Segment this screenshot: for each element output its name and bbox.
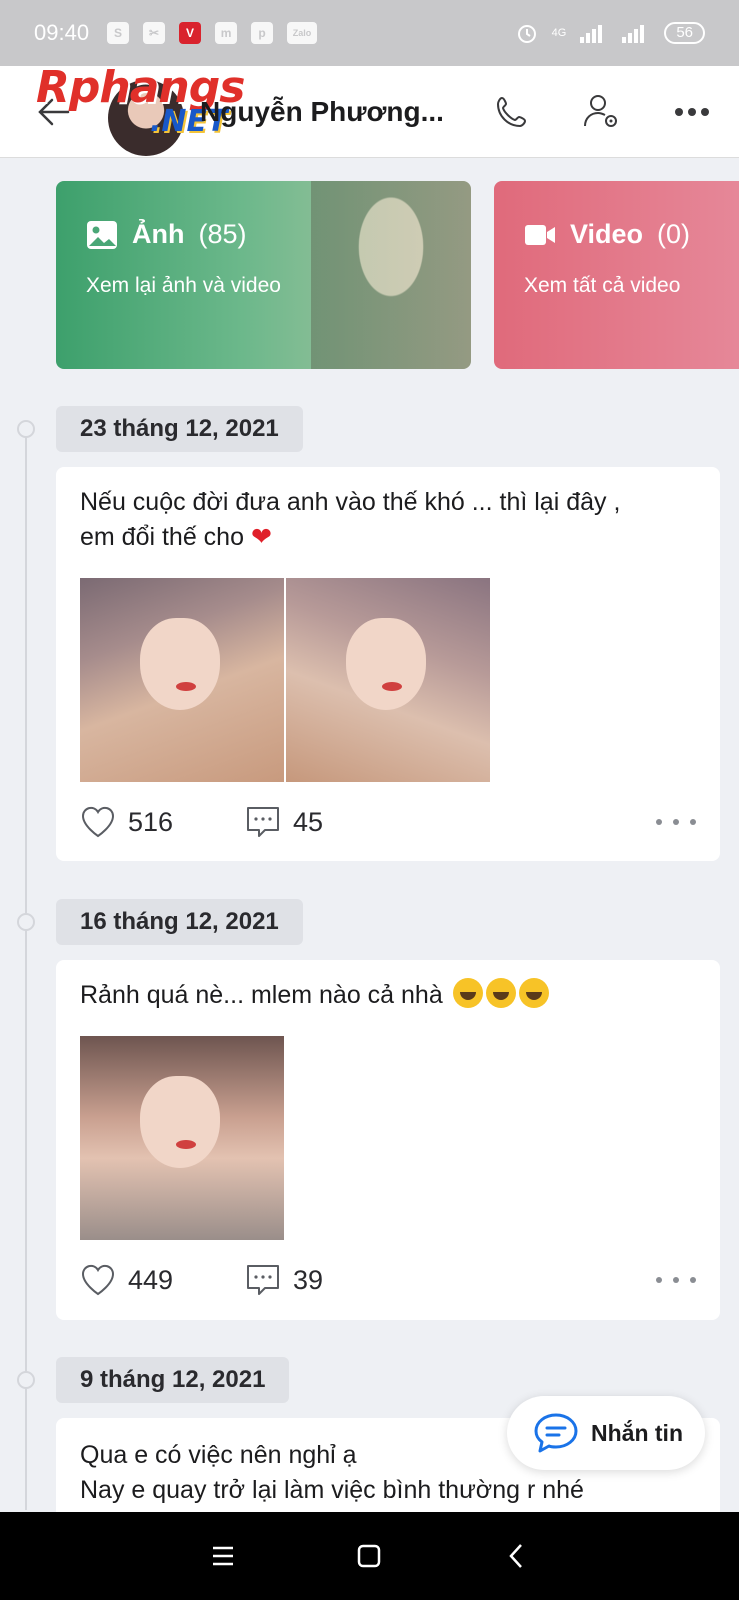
face-shape: [346, 618, 426, 710]
menu-icon: [213, 1546, 234, 1566]
more-horizontal-icon: [675, 108, 709, 116]
v-app-icon: V: [179, 22, 202, 44]
recent-apps-button[interactable]: [203, 1536, 243, 1576]
comment-count: 45: [293, 806, 324, 837]
p-app-icon: p: [251, 22, 274, 44]
lips-shape: [176, 682, 196, 691]
comment-icon: [247, 807, 279, 837]
videos-label: Video: [570, 219, 644, 249]
post-more-button[interactable]: [656, 1270, 696, 1290]
chat-bubble-icon: [534, 1413, 578, 1453]
like-count: 516: [128, 806, 174, 837]
notification-icons: S ✂ V m p Zalo: [107, 22, 318, 44]
square-icon: [358, 1544, 381, 1568]
s-app-icon: S: [107, 22, 130, 44]
timeline-dot: [17, 913, 35, 931]
home-button[interactable]: [349, 1536, 389, 1576]
post-card[interactable]: Nếu cuộc đời đưa anh vào thế khó ... thì…: [56, 467, 720, 861]
lips-shape: [382, 682, 402, 691]
status-right: 4G 56: [516, 22, 705, 44]
status-bar: 09:40 S ✂ V m p Zalo 4G 56: [0, 0, 739, 66]
post-photos: [80, 1036, 284, 1240]
messenger-icon: m: [215, 22, 238, 44]
photos-subtitle: Xem lại ảnh và video: [86, 274, 281, 297]
photos-count: (85): [198, 219, 247, 249]
date-chip: 23 tháng 12, 2021: [56, 406, 303, 452]
signal-icon-2: [622, 25, 645, 43]
photos-label: Ảnh: [132, 219, 185, 249]
phone-icon: [496, 96, 527, 128]
post-actions: 449 39: [80, 1260, 696, 1300]
post-text-line: Rảnh quá nè... mlem nào cả nhà: [80, 981, 443, 1009]
post-photo[interactable]: [286, 578, 490, 782]
timeline-dot: [17, 1371, 35, 1389]
chevron-left-icon: [509, 1544, 522, 1568]
battery-indicator: 56: [664, 22, 705, 44]
comment-button[interactable]: 45: [245, 804, 323, 840]
network-type: 4G: [551, 27, 567, 39]
heart-outline-icon: [81, 806, 115, 838]
post-card[interactable]: Rảnh quá nè... mlem nào cả nhà 449 39: [56, 960, 720, 1320]
videos-count: (0): [657, 219, 691, 249]
photos-card[interactable]: Ảnh (85) Xem lại ảnh và video: [56, 181, 471, 369]
signal-icon: [580, 25, 603, 43]
alarm-icon: [517, 25, 536, 43]
date-chip: 16 tháng 12, 2021: [56, 899, 303, 945]
comment-count: 39: [293, 1264, 324, 1295]
user-gear-icon: [584, 95, 617, 127]
call-button[interactable]: [490, 90, 534, 134]
videos-card-title: Video (0): [524, 219, 724, 250]
laughing-emoji-icon: [518, 978, 549, 1008]
post-text-fragment: em đổi thế cho: [80, 523, 244, 551]
videos-card[interactable]: Video (0) Xem tất cả video: [494, 181, 739, 369]
heart-outline-icon: [81, 1264, 115, 1296]
page-title[interactable]: Nguyễn Phương...: [200, 96, 444, 128]
profile-header: Rphangs .NET Nguyễn Phương...: [0, 62, 739, 158]
comment-button[interactable]: 39: [245, 1262, 323, 1298]
timeline-line: [25, 430, 27, 1510]
post-photo[interactable]: [80, 1036, 284, 1240]
lips-shape: [176, 1140, 196, 1149]
laughing-emoji-icon: [485, 978, 516, 1008]
system-back-button[interactable]: [496, 1536, 536, 1576]
more-options-button[interactable]: [670, 90, 714, 134]
post-text-line: em đổi thế cho ❤: [80, 520, 620, 555]
like-count: 449: [128, 1264, 174, 1295]
like-button[interactable]: 449: [80, 1262, 245, 1298]
video-camera-icon: [525, 224, 555, 245]
post-more-button[interactable]: [656, 812, 696, 832]
post-photos: [80, 578, 494, 782]
zalo-icon: Zalo: [287, 22, 318, 44]
videos-subtitle: Xem tất cả video: [524, 274, 681, 297]
like-button[interactable]: 516: [80, 804, 245, 840]
send-message-label: Nhắn tin: [591, 1419, 683, 1446]
profile-settings-button[interactable]: [580, 90, 624, 134]
image-icon: [87, 220, 117, 249]
face-shape: [140, 1076, 220, 1168]
comment-icon: [247, 1265, 279, 1295]
post-actions: 516 45: [80, 802, 696, 842]
send-message-button[interactable]: Nhắn tin: [507, 1396, 705, 1470]
system-nav-bar: [0, 1512, 739, 1600]
timeline-dot: [17, 420, 35, 438]
post-text: Qua e có việc nên nghỉ ạ Nay e quay trở …: [80, 1438, 584, 1508]
post-text-line: Nay e quay trở lại làm việc bình thường …: [80, 1476, 584, 1504]
laughing-emoji-icon: [452, 978, 483, 1008]
post-photo[interactable]: [80, 578, 284, 782]
date-chip: 9 tháng 12, 2021: [56, 1357, 290, 1403]
post-text: Nếu cuộc đời đưa anh vào thế khó ... thì…: [80, 485, 620, 555]
status-time: 09:40: [34, 20, 90, 45]
missed-call-icon: ✂: [143, 22, 166, 44]
post-text: Rảnh quá nè... mlem nào cả nhà: [80, 978, 549, 1013]
face-shape: [140, 618, 220, 710]
post-text-line: Nếu cuộc đời đưa anh vào thế khó ... thì…: [80, 488, 621, 516]
photos-card-title: Ảnh (85): [86, 219, 441, 250]
heart-emoji-icon: ❤: [250, 523, 272, 551]
